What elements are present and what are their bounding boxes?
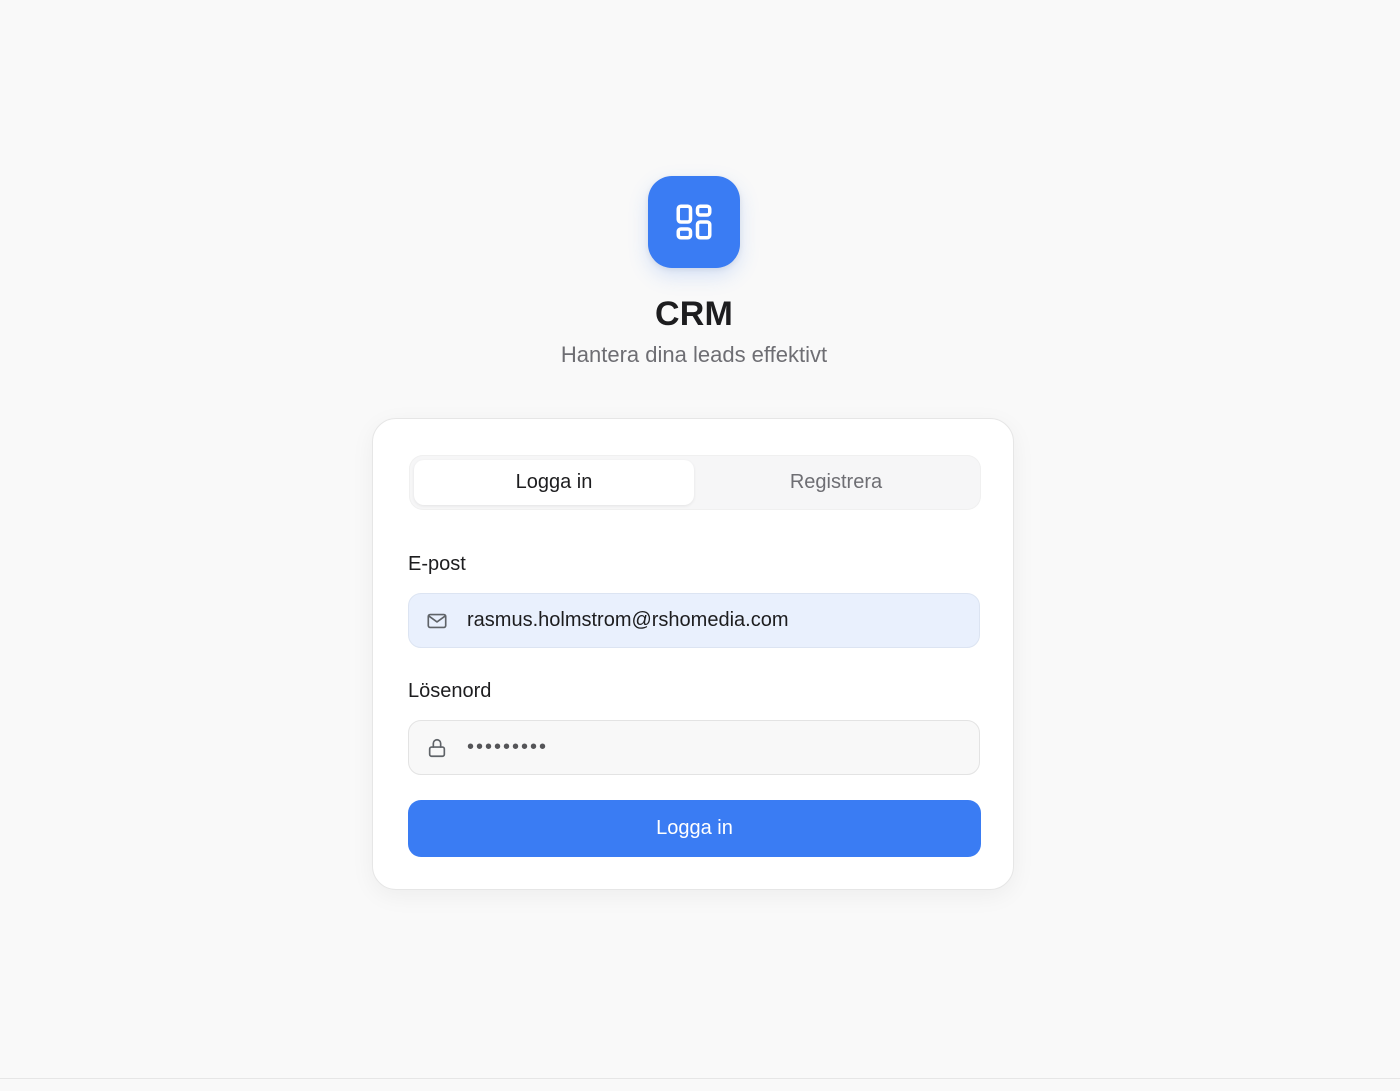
app-subtitle: Hantera dina leads effektivt	[560, 342, 828, 367]
login-button[interactable]: Logga in	[408, 800, 981, 857]
auth-tabs: Logga in Registrera	[409, 455, 981, 510]
lock-icon	[425, 736, 449, 760]
auth-card: Logga in Registrera E-post rasmus.holmst…	[372, 418, 1014, 890]
app-title: CRM	[654, 295, 734, 333]
email-value: rasmus.holmstrom@rshomedia.com	[467, 609, 789, 631]
page-divider	[0, 1078, 1400, 1079]
tab-register[interactable]: Registrera	[696, 460, 976, 505]
dashboard-grid-icon	[676, 204, 712, 240]
tab-login[interactable]: Logga in	[414, 460, 694, 505]
password-value: •••••••••	[467, 736, 549, 758]
login-page: CRM Hantera dina leads effektivt Logga i…	[0, 0, 1400, 1091]
mail-icon	[425, 609, 449, 633]
email-field[interactable]: rasmus.holmstrom@rshomedia.com	[408, 593, 980, 648]
app-logo	[648, 176, 740, 268]
email-label: E-post	[408, 553, 466, 575]
password-field[interactable]: •••••••••	[408, 720, 980, 775]
password-label: Lösenord	[408, 680, 492, 702]
